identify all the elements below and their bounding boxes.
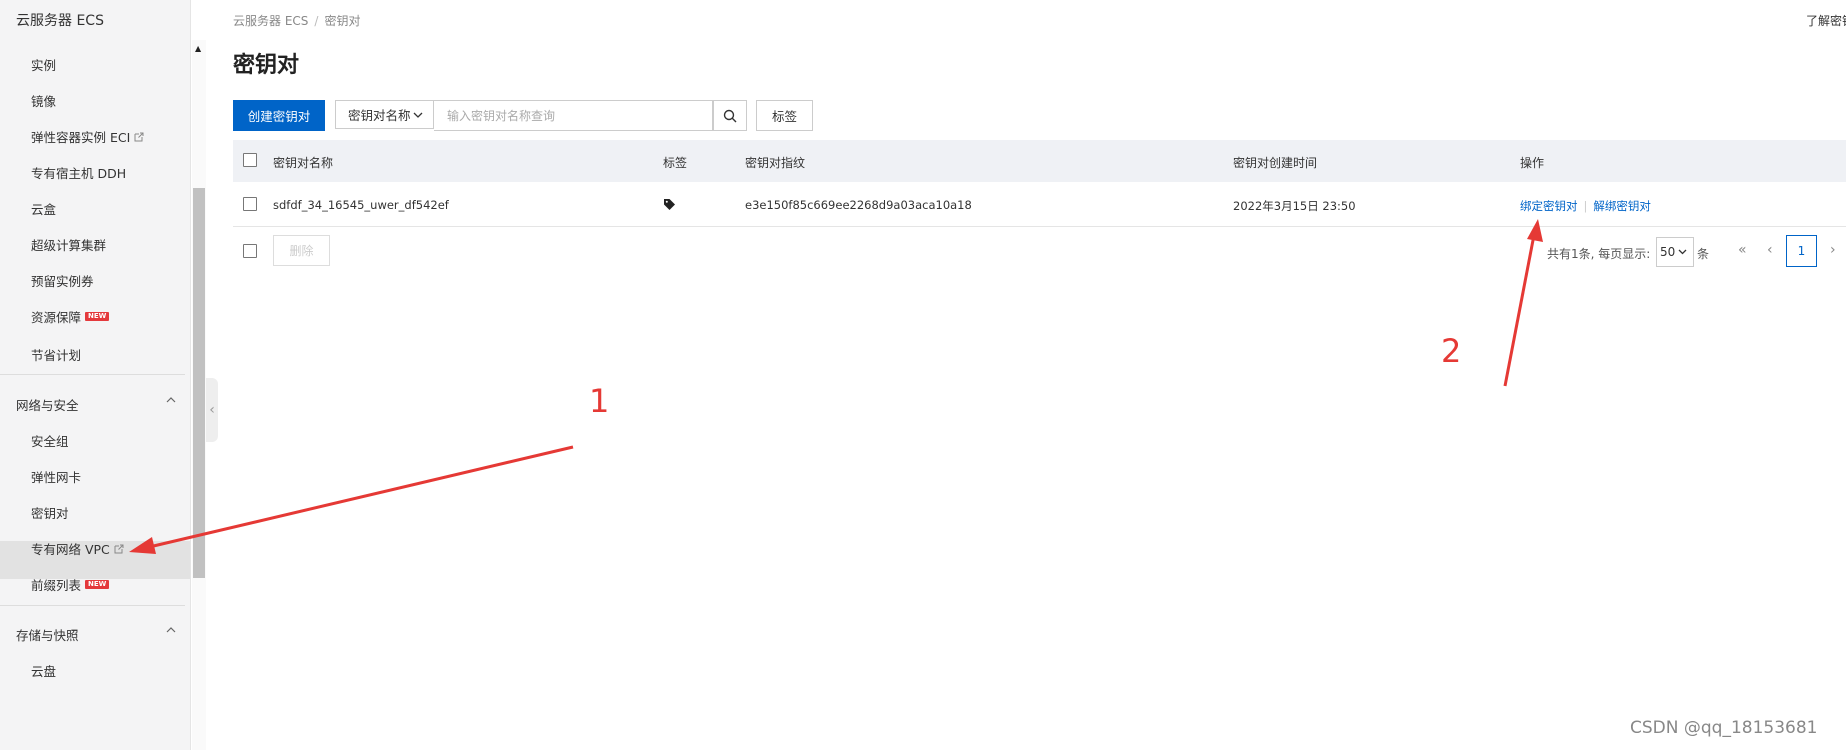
search-input[interactable] [434,100,713,131]
sidebar-item-ddh[interactable]: 专有宿主机 DDH [31,163,126,182]
annotation-arrow-2 [1503,234,1536,387]
sidebar-item-label: 云盘 [31,664,57,679]
sidebar-item-label: 前缀列表 [31,578,82,593]
tag-icon[interactable] [663,198,676,211]
pagination-total: 共有1条, 每页显示: [1547,247,1651,261]
key-pair-created-time: 2022年3月15日 23:50 [1233,199,1356,213]
sidebar-item-vpc[interactable]: 专有网络 VPC [31,539,124,558]
annotation-number-2: 2 [1441,332,1462,370]
sidebar-item-label: 专有宿主机 DDH [31,166,127,181]
search-icon [723,109,737,122]
create-key-pair-button[interactable]: 创建密钥对 [233,100,325,131]
sidebar-item-images[interactable]: 镜像 [31,91,56,110]
sidebar-title[interactable]: 云服务器 ECS [16,10,104,30]
next-page-button[interactable]: › [1830,242,1836,258]
external-link-icon [114,544,124,553]
page-size-suffix: 条 [1697,247,1710,261]
tag-filter-button[interactable]: 标签 [756,100,813,131]
sidebar-item-savings-plan[interactable]: 节省计划 [31,345,81,364]
sidebar-group-network[interactable]: 网络与安全 [16,395,176,414]
column-header-created: 密钥对创建时间 [1233,156,1318,170]
sidebar-item-resource-assurance[interactable]: 资源保障 NEW [31,307,110,326]
sidebar-item-instances[interactable]: 实例 [31,55,56,74]
table-header [233,140,1846,182]
sidebar-item-reserved-instances[interactable]: 预留实例券 [31,271,94,290]
page-size-select[interactable]: 50 [1656,237,1694,267]
bind-key-pair-link[interactable]: 绑定密钥对 [1520,199,1578,213]
sidebar-group-label: 存储与快照 [16,628,79,643]
sidebar-item-eci[interactable]: 弹性容器实例 ECI [31,127,144,146]
sidebar-item-label: 云盒 [31,202,57,217]
sidebar-item-prefix-list[interactable]: 前缀列表 NEW [31,575,110,594]
chevron-left-icon: ‹ [209,402,215,418]
learn-more-link[interactable]: 了解密钥 [1806,12,1846,29]
sidebar-group-label: 网络与安全 [16,398,79,413]
sidebar-item-label: 专有网络 VPC [31,542,110,557]
column-header-fingerprint: 密钥对指纹 [745,156,806,170]
current-page-button[interactable]: 1 [1786,235,1817,267]
column-header-name: 密钥对名称 [273,156,334,170]
first-page-button[interactable]: « [1738,242,1747,258]
chevron-up-icon [166,397,176,403]
scroll-up-arrow-icon[interactable]: ▲ [195,44,201,53]
new-badge: NEW [85,312,110,321]
bulk-select-checkbox[interactable] [243,244,257,258]
sidebar-item-cloudbox[interactable]: 云盒 [31,199,56,218]
sidebar-item-scc[interactable]: 超级计算集群 [31,235,106,254]
sidebar-item-label: 镜像 [31,94,57,109]
sidebar-divider [0,374,185,375]
sidebar-item-key-pairs[interactable]: 密钥对 [31,503,69,522]
row-checkbox[interactable] [243,197,257,211]
unbind-key-pair-link[interactable]: 解绑密钥对 [1593,199,1651,213]
annotation-arrowhead-2 [1527,219,1543,242]
key-pair-name: sdfdf_34_16545_uwer_df542ef [273,198,449,212]
sidebar-item-cloud-disk[interactable]: 云盘 [31,661,56,680]
chevron-down-icon [1678,249,1687,255]
page-size-value: 50 [1660,245,1676,259]
sidebar-item-label: 节省计划 [31,348,82,363]
breadcrumb-current: 密钥对 [324,14,361,28]
sidebar-item-label: 资源保障 [31,310,82,325]
action-separator: | [1583,199,1588,213]
sidebar-scrollbar-thumb[interactable] [193,188,205,578]
search-button[interactable] [713,100,747,131]
sidebar-item-label: 弹性容器实例 ECI [31,130,131,145]
sidebar-item-label: 密钥对 [31,506,69,521]
new-badge: NEW [85,580,110,589]
breadcrumb-root[interactable]: 云服务器 ECS [233,14,308,28]
column-header-actions: 操作 [1520,156,1545,170]
sidebar-item-label: 超级计算集群 [31,238,107,253]
chevron-down-icon [413,112,423,118]
key-pair-fingerprint: e3e150f85c669ee2268d9a03aca10a18 [745,198,972,212]
annotation-arrow-1 [144,445,574,550]
row-actions: 绑定密钥对 | 解绑密钥对 [1520,198,1651,214]
breadcrumb-separator: / [314,14,319,28]
sidebar-item-security-group[interactable]: 安全组 [31,431,69,450]
sidebar-item-label: 实例 [31,58,57,73]
search-field-select[interactable]: 密钥对名称 [335,100,434,129]
sidebar-item-label: 弹性网卡 [31,470,82,485]
prev-page-button[interactable]: ‹ [1767,242,1773,258]
sidebar-item-label: 安全组 [31,434,69,449]
chevron-up-icon [166,627,176,633]
breadcrumb: 云服务器 ECS / 密钥对 [233,12,360,29]
watermark: CSDN @qq_18153681 [1630,718,1818,738]
sidebar: 云服务器 ECS 实例 镜像 弹性容器实例 ECI 专有宿主机 DDH 云盒 超… [0,0,191,750]
sidebar-collapse-handle[interactable]: ‹ [206,378,218,442]
sidebar-item-eni[interactable]: 弹性网卡 [31,467,81,486]
select-all-checkbox[interactable] [243,153,257,167]
row-divider [233,226,1846,227]
delete-button[interactable]: 删除 [273,235,330,266]
page-title: 密钥对 [233,53,300,78]
sidebar-item-label: 预留实例券 [31,274,94,289]
column-header-tag: 标签 [663,156,688,170]
annotation-number-1: 1 [589,382,610,420]
search-field-select-value: 密钥对名称 [348,108,411,123]
external-link-icon [134,132,144,141]
sidebar-divider [0,605,185,606]
sidebar-group-storage[interactable]: 存储与快照 [16,625,176,644]
